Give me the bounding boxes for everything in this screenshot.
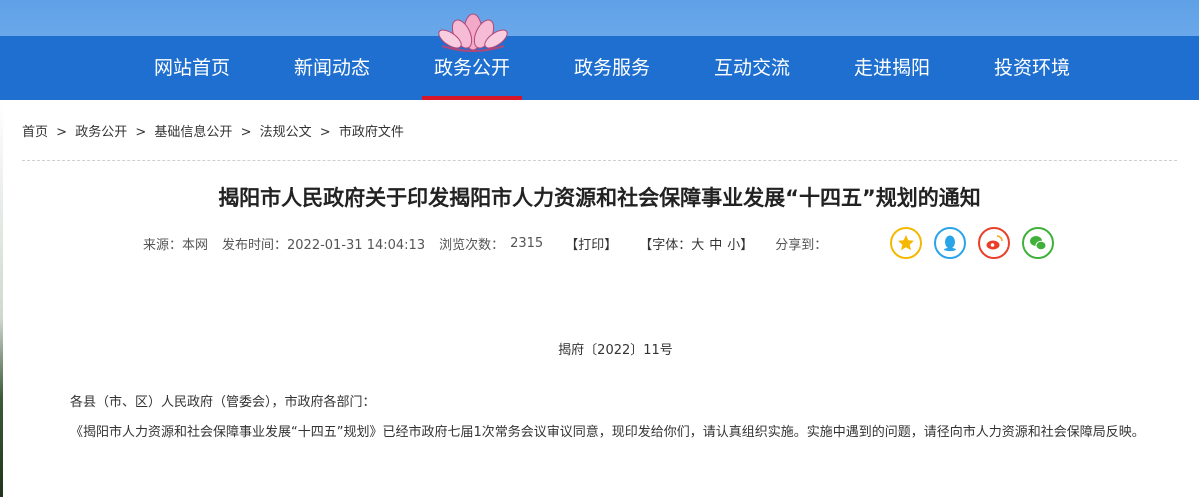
breadcrumb-regulations[interactable]: 法规公文 xyxy=(260,125,312,140)
lotus-logo-icon xyxy=(438,13,508,52)
print-button[interactable]: 【打印】 xyxy=(565,234,617,253)
nav-item-investment[interactable]: 投资环境 xyxy=(982,36,1082,100)
nav-item-interaction[interactable]: 互动交流 xyxy=(702,36,802,100)
document-number: 揭府〔2022〕11号 xyxy=(558,343,673,358)
nav-item-about-jieyang[interactable]: 走进揭阳 xyxy=(842,36,942,100)
breadcrumb-home[interactable]: 首页 xyxy=(22,125,48,140)
breadcrumb-separator: > xyxy=(240,125,252,140)
font-size-label: 【字体： xyxy=(639,238,692,253)
wechat-icon[interactable] xyxy=(1022,227,1054,259)
publish-time: 发布时间：2022-01-31 14:04:13 xyxy=(222,238,426,253)
main-nav: 网站首页 新闻动态 政务公开 政务服务 互动交流 走进揭阳 投资环境 xyxy=(0,36,1199,100)
top-banner xyxy=(0,0,1199,36)
divider xyxy=(22,160,1177,161)
share-label: 分享到： xyxy=(775,238,828,253)
weibo-icon[interactable] xyxy=(978,227,1010,259)
breadcrumb-separator: > xyxy=(56,125,68,140)
font-size-close: 】 xyxy=(740,238,754,253)
breadcrumb: 首页 > 政务公开 > 基础信息公开 > 法规公文 > 市政府文件 xyxy=(22,121,408,140)
background-edge xyxy=(0,100,3,497)
breadcrumb-government-affairs[interactable]: 政务公开 xyxy=(75,125,127,140)
nav-item-news[interactable]: 新闻动态 xyxy=(282,36,382,100)
article-title: 揭阳市人民政府关于印发揭阳市人力资源和社会保障事业发展“十四五”规划的通知 xyxy=(218,186,981,210)
nav-item-home[interactable]: 网站首页 xyxy=(142,36,242,100)
breadcrumb-basic-info[interactable]: 基础信息公开 xyxy=(154,125,232,140)
favorite-icon[interactable] xyxy=(890,227,922,259)
salutation: 各县（市、区）人民政府（管委会），市政府各部门： xyxy=(70,395,376,410)
article-meta: 来源：本网 发布时间：2022-01-31 14:04:13 浏览次数： 231… xyxy=(143,234,827,253)
font-medium-button[interactable]: 中 xyxy=(709,234,722,253)
breadcrumb-city-documents[interactable]: 市政府文件 xyxy=(339,125,404,140)
nav-item-services[interactable]: 政务服务 xyxy=(562,36,662,100)
views-label: 浏览次数： xyxy=(439,238,505,253)
article-body: 《揭阳市人力资源和社会保障事业发展“十四五”规划》已经市政府七届1次常务会议审议… xyxy=(70,425,1145,440)
breadcrumb-separator: > xyxy=(135,125,147,140)
source-text: 来源：本网 xyxy=(143,238,209,253)
font-large-button[interactable]: 大 xyxy=(691,234,704,253)
views-count: 2315 xyxy=(510,236,544,251)
font-small-button[interactable]: 小 xyxy=(727,234,740,253)
breadcrumb-separator: > xyxy=(319,125,331,140)
qq-icon[interactable] xyxy=(934,227,966,259)
